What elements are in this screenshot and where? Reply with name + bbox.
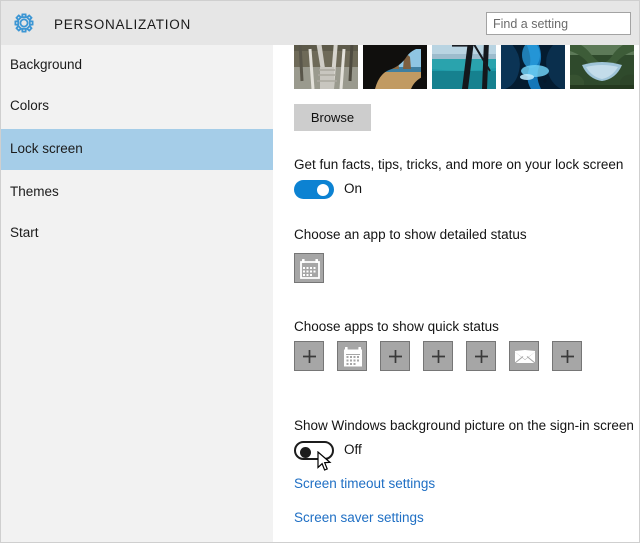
quick-status-label: Choose apps to show quick status: [294, 319, 499, 334]
sidebar-item-label: Background: [10, 57, 83, 72]
mountain-lake-thumbnail[interactable]: [570, 45, 634, 89]
quick-status-tile-mail[interactable]: [509, 341, 539, 371]
screen-timeout-settings-link[interactable]: Screen timeout settings: [294, 476, 435, 491]
window-titlebar: PERSONALIZATION: [1, 1, 639, 45]
quick-status-tile-add-4[interactable]: [466, 341, 496, 371]
beach-cave-thumbnail[interactable]: [363, 45, 427, 89]
signin-picture-toggle[interactable]: [294, 441, 334, 460]
toggle-knob: [317, 183, 329, 196]
sidebar-item-background[interactable]: Background: [1, 45, 273, 86]
boardwalk-stairs-thumbnail[interactable]: [294, 45, 358, 89]
browse-button[interactable]: Browse: [294, 104, 371, 131]
toggle-knob: [300, 447, 311, 458]
page-title: PERSONALIZATION: [54, 17, 192, 32]
ice-cave-thumbnail[interactable]: [501, 45, 565, 89]
fun-facts-label: Get fun facts, tips, tricks, and more on…: [294, 157, 624, 172]
sidebar-item-label: Lock screen: [10, 141, 83, 156]
detailed-status-tile-calendar[interactable]: [294, 253, 324, 283]
quick-status-tile-add-3[interactable]: [423, 341, 453, 371]
aerial-coast-thumbnail[interactable]: [432, 45, 496, 89]
sidebar-item-label: Themes: [10, 184, 59, 199]
signin-picture-toggle-state: Off: [344, 442, 362, 457]
quick-status-tile-add-2[interactable]: [380, 341, 410, 371]
screen-saver-settings-link[interactable]: Screen saver settings: [294, 510, 424, 525]
fun-facts-toggle-state: On: [344, 181, 363, 196]
search-box[interactable]: [486, 12, 631, 35]
gear-icon: [10, 9, 38, 37]
signin-picture-label: Show Windows background picture on the s…: [294, 418, 634, 433]
sidebar-item-lock-screen[interactable]: Lock screen: [1, 129, 273, 170]
fun-facts-toggle[interactable]: [294, 180, 334, 199]
detailed-status-label: Choose an app to show detailed status: [294, 227, 527, 242]
search-input[interactable]: [487, 13, 630, 34]
sidebar-item-colors[interactable]: Colors: [1, 86, 273, 127]
sidebar-item-start[interactable]: Start: [1, 213, 273, 254]
sidebar-item-themes[interactable]: Themes: [1, 172, 273, 213]
sidebar: Background Colors Lock screen Themes Sta…: [1, 45, 273, 542]
quick-status-tile-add-1[interactable]: [294, 341, 324, 371]
sidebar-item-label: Start: [10, 225, 39, 240]
quick-status-tile-add-5[interactable]: [552, 341, 582, 371]
quick-status-tile-calendar[interactable]: [337, 341, 367, 371]
settings-content-pane: Browse Get fun facts, tips, tricks, and …: [273, 45, 639, 542]
settings-window: PERSONALIZATION Background Colors Lock s…: [0, 0, 640, 543]
sidebar-item-label: Colors: [10, 98, 50, 113]
